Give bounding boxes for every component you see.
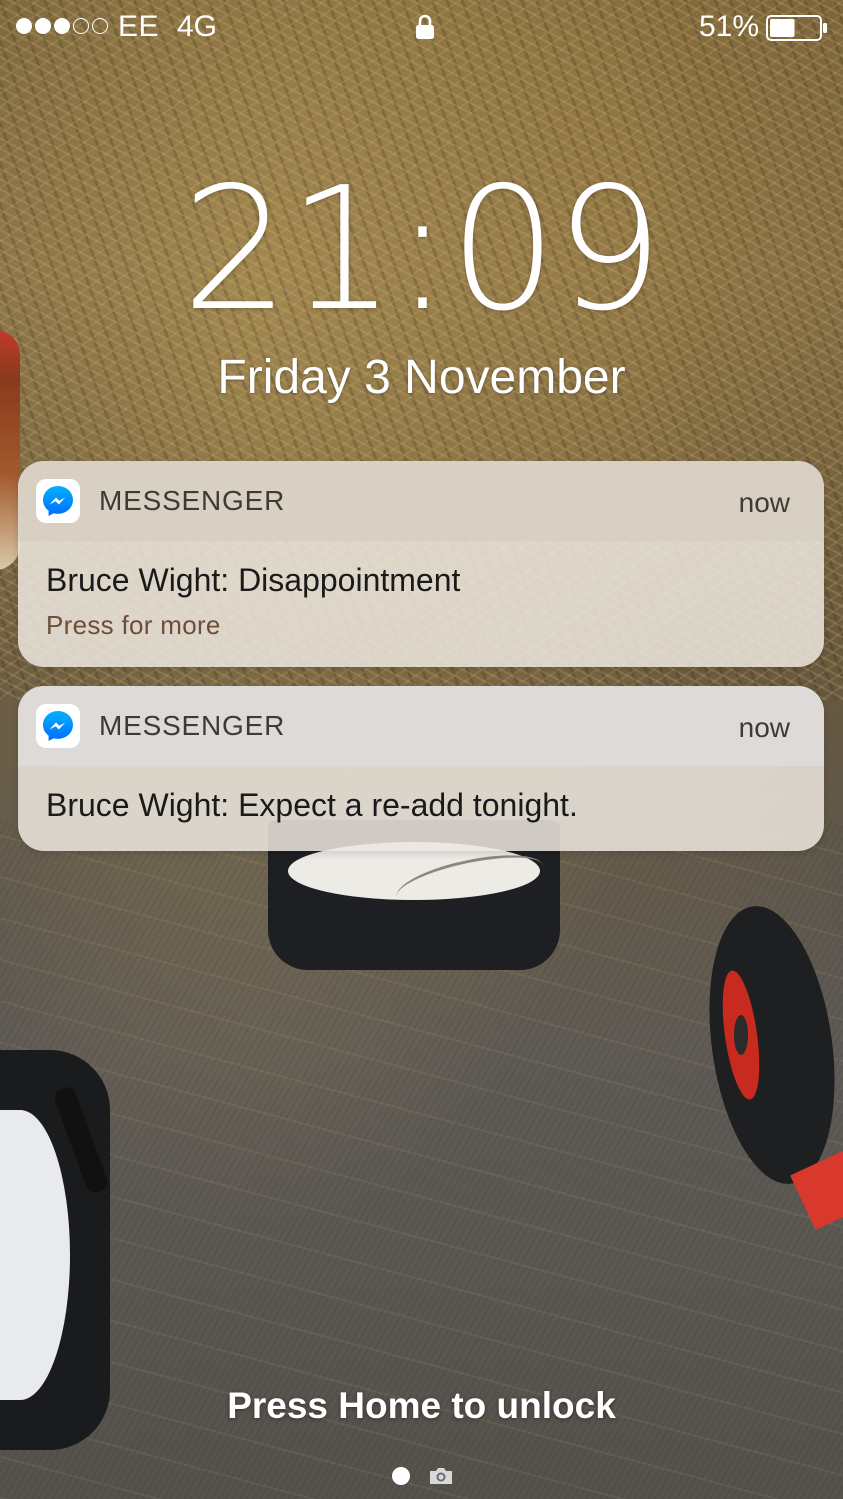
page-dot-icon[interactable]	[392, 1467, 410, 1485]
signal-dot-empty	[92, 18, 108, 34]
notification-time: now	[738, 712, 790, 743]
messenger-icon	[36, 704, 80, 748]
lock-screen-time: 21:09	[181, 151, 664, 349]
lock-screen-date: Friday 3 November	[217, 351, 626, 404]
notification-message: Bruce Wight: Expect a re-add tonight.	[46, 787, 578, 823]
notification-app-name: MESSENGER	[99, 710, 286, 741]
network-type: 4G	[177, 10, 218, 43]
carrier-name: EE	[118, 10, 160, 43]
lock-icon	[416, 14, 434, 39]
page-indicator[interactable]	[392, 1466, 454, 1486]
messenger-icon	[36, 479, 80, 523]
camera-icon[interactable]	[428, 1466, 454, 1486]
battery-percentage: 51%	[698, 10, 759, 43]
battery-icon	[766, 15, 827, 41]
notification-time: now	[738, 487, 790, 518]
signal-dot-filled	[35, 18, 51, 34]
notification-card[interactable]: MESSENGER now Bruce Wight: Disappointmen…	[18, 461, 824, 667]
notification-header: MESSENGER now	[18, 686, 824, 766]
signal-dot-filled	[16, 18, 32, 34]
notification-card[interactable]: MESSENGER now Bruce Wight: Expect a re-a…	[18, 686, 824, 851]
notification-message: Bruce Wight: Disappointment	[46, 562, 461, 598]
signal-dot-empty	[73, 18, 89, 34]
signal-strength-icon	[16, 18, 108, 34]
status-bar: EE 4G 51%	[0, 0, 843, 56]
notification-press-hint: Press for more	[46, 610, 221, 640]
signal-dot-filled	[54, 18, 70, 34]
wallpaper-wheel-hub-center	[734, 1015, 748, 1055]
unlock-hint: Press Home to unlock	[227, 1385, 616, 1426]
notification-app-name: MESSENGER	[99, 485, 286, 516]
notification-header: MESSENGER now	[18, 461, 824, 541]
